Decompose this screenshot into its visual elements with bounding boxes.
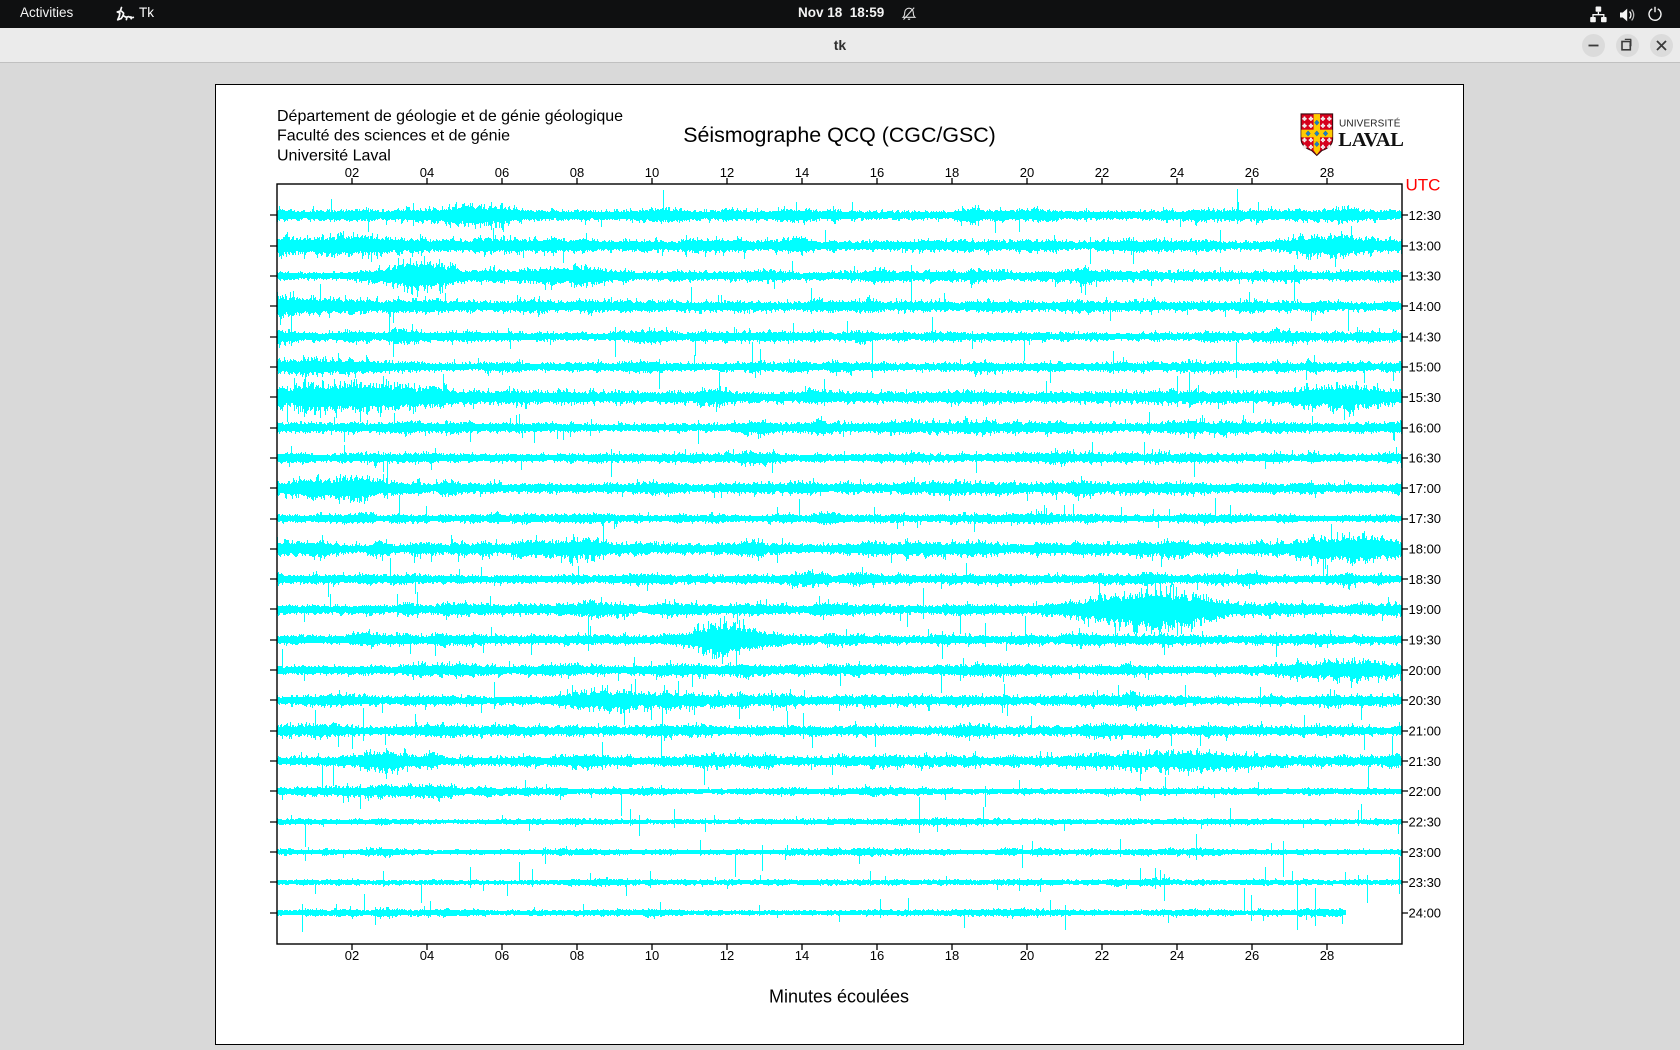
svg-text:14: 14 xyxy=(795,948,809,963)
svg-text:18:30: 18:30 xyxy=(1409,572,1442,587)
svg-text:12: 12 xyxy=(720,165,734,180)
svg-text:UNIVERSITÉ: UNIVERSITÉ xyxy=(1339,116,1401,129)
svg-text:16:00: 16:00 xyxy=(1409,420,1442,435)
svg-text:10: 10 xyxy=(645,948,659,963)
svg-text:18: 18 xyxy=(945,948,959,963)
svg-text:04: 04 xyxy=(420,948,434,963)
svg-text:21:00: 21:00 xyxy=(1409,724,1442,739)
svg-text:16: 16 xyxy=(870,948,884,963)
svg-text:20: 20 xyxy=(1020,948,1034,963)
svg-text:10: 10 xyxy=(645,165,659,180)
svg-text:14: 14 xyxy=(795,165,809,180)
svg-text:04: 04 xyxy=(420,165,434,180)
svg-text:20:30: 20:30 xyxy=(1409,693,1442,708)
svg-text:08: 08 xyxy=(570,948,584,963)
svg-text:Séismographe QCQ (CGC/GSC): Séismographe QCQ (CGC/GSC) xyxy=(683,123,996,147)
svg-text:19:00: 19:00 xyxy=(1409,602,1442,617)
svg-text:13:00: 13:00 xyxy=(1409,238,1442,253)
svg-text:18:00: 18:00 xyxy=(1409,542,1442,557)
svg-text:22:30: 22:30 xyxy=(1409,814,1442,829)
svg-text:24:00: 24:00 xyxy=(1409,905,1442,920)
svg-text:13:30: 13:30 xyxy=(1409,269,1442,284)
svg-text:28: 28 xyxy=(1320,948,1334,963)
svg-text:14:00: 14:00 xyxy=(1409,299,1442,314)
svg-text:16: 16 xyxy=(870,165,884,180)
svg-text:18: 18 xyxy=(945,165,959,180)
svg-text:20:00: 20:00 xyxy=(1409,663,1442,678)
svg-text:15:30: 15:30 xyxy=(1409,390,1442,405)
svg-text:08: 08 xyxy=(570,165,584,180)
svg-text:Université Laval: Université Laval xyxy=(277,147,391,164)
svg-text:UTC: UTC xyxy=(1406,176,1441,195)
svg-text:14:30: 14:30 xyxy=(1409,329,1442,344)
svg-text:24: 24 xyxy=(1170,165,1184,180)
svg-text:24: 24 xyxy=(1170,948,1184,963)
svg-text:17:30: 17:30 xyxy=(1409,511,1442,526)
svg-text:20: 20 xyxy=(1020,165,1034,180)
svg-text:Minutes écoulées: Minutes écoulées xyxy=(769,987,909,1007)
svg-text:17:00: 17:00 xyxy=(1409,481,1442,496)
svg-text:16:30: 16:30 xyxy=(1409,451,1442,466)
svg-text:06: 06 xyxy=(495,165,509,180)
svg-text:23:30: 23:30 xyxy=(1409,875,1442,890)
svg-text:Département de géologie et de: Département de géologie et de génie géol… xyxy=(277,108,623,125)
svg-text:02: 02 xyxy=(345,165,359,180)
svg-text:LAVAL: LAVAL xyxy=(1338,129,1403,151)
svg-text:12: 12 xyxy=(720,948,734,963)
svg-text:22: 22 xyxy=(1095,948,1109,963)
svg-text:Faculté des sciences et de gén: Faculté des sciences et de génie xyxy=(277,128,510,145)
svg-text:23:00: 23:00 xyxy=(1409,845,1442,860)
svg-text:06: 06 xyxy=(495,948,509,963)
svg-text:21:30: 21:30 xyxy=(1409,754,1442,769)
svg-text:28: 28 xyxy=(1320,165,1334,180)
svg-text:26: 26 xyxy=(1245,948,1259,963)
svg-text:19:30: 19:30 xyxy=(1409,633,1442,648)
svg-text:22:00: 22:00 xyxy=(1409,784,1442,799)
svg-text:15:00: 15:00 xyxy=(1409,360,1442,375)
svg-text:02: 02 xyxy=(345,948,359,963)
svg-text:22: 22 xyxy=(1095,165,1109,180)
svg-text:12:30: 12:30 xyxy=(1409,208,1442,223)
svg-text:26: 26 xyxy=(1245,165,1259,180)
